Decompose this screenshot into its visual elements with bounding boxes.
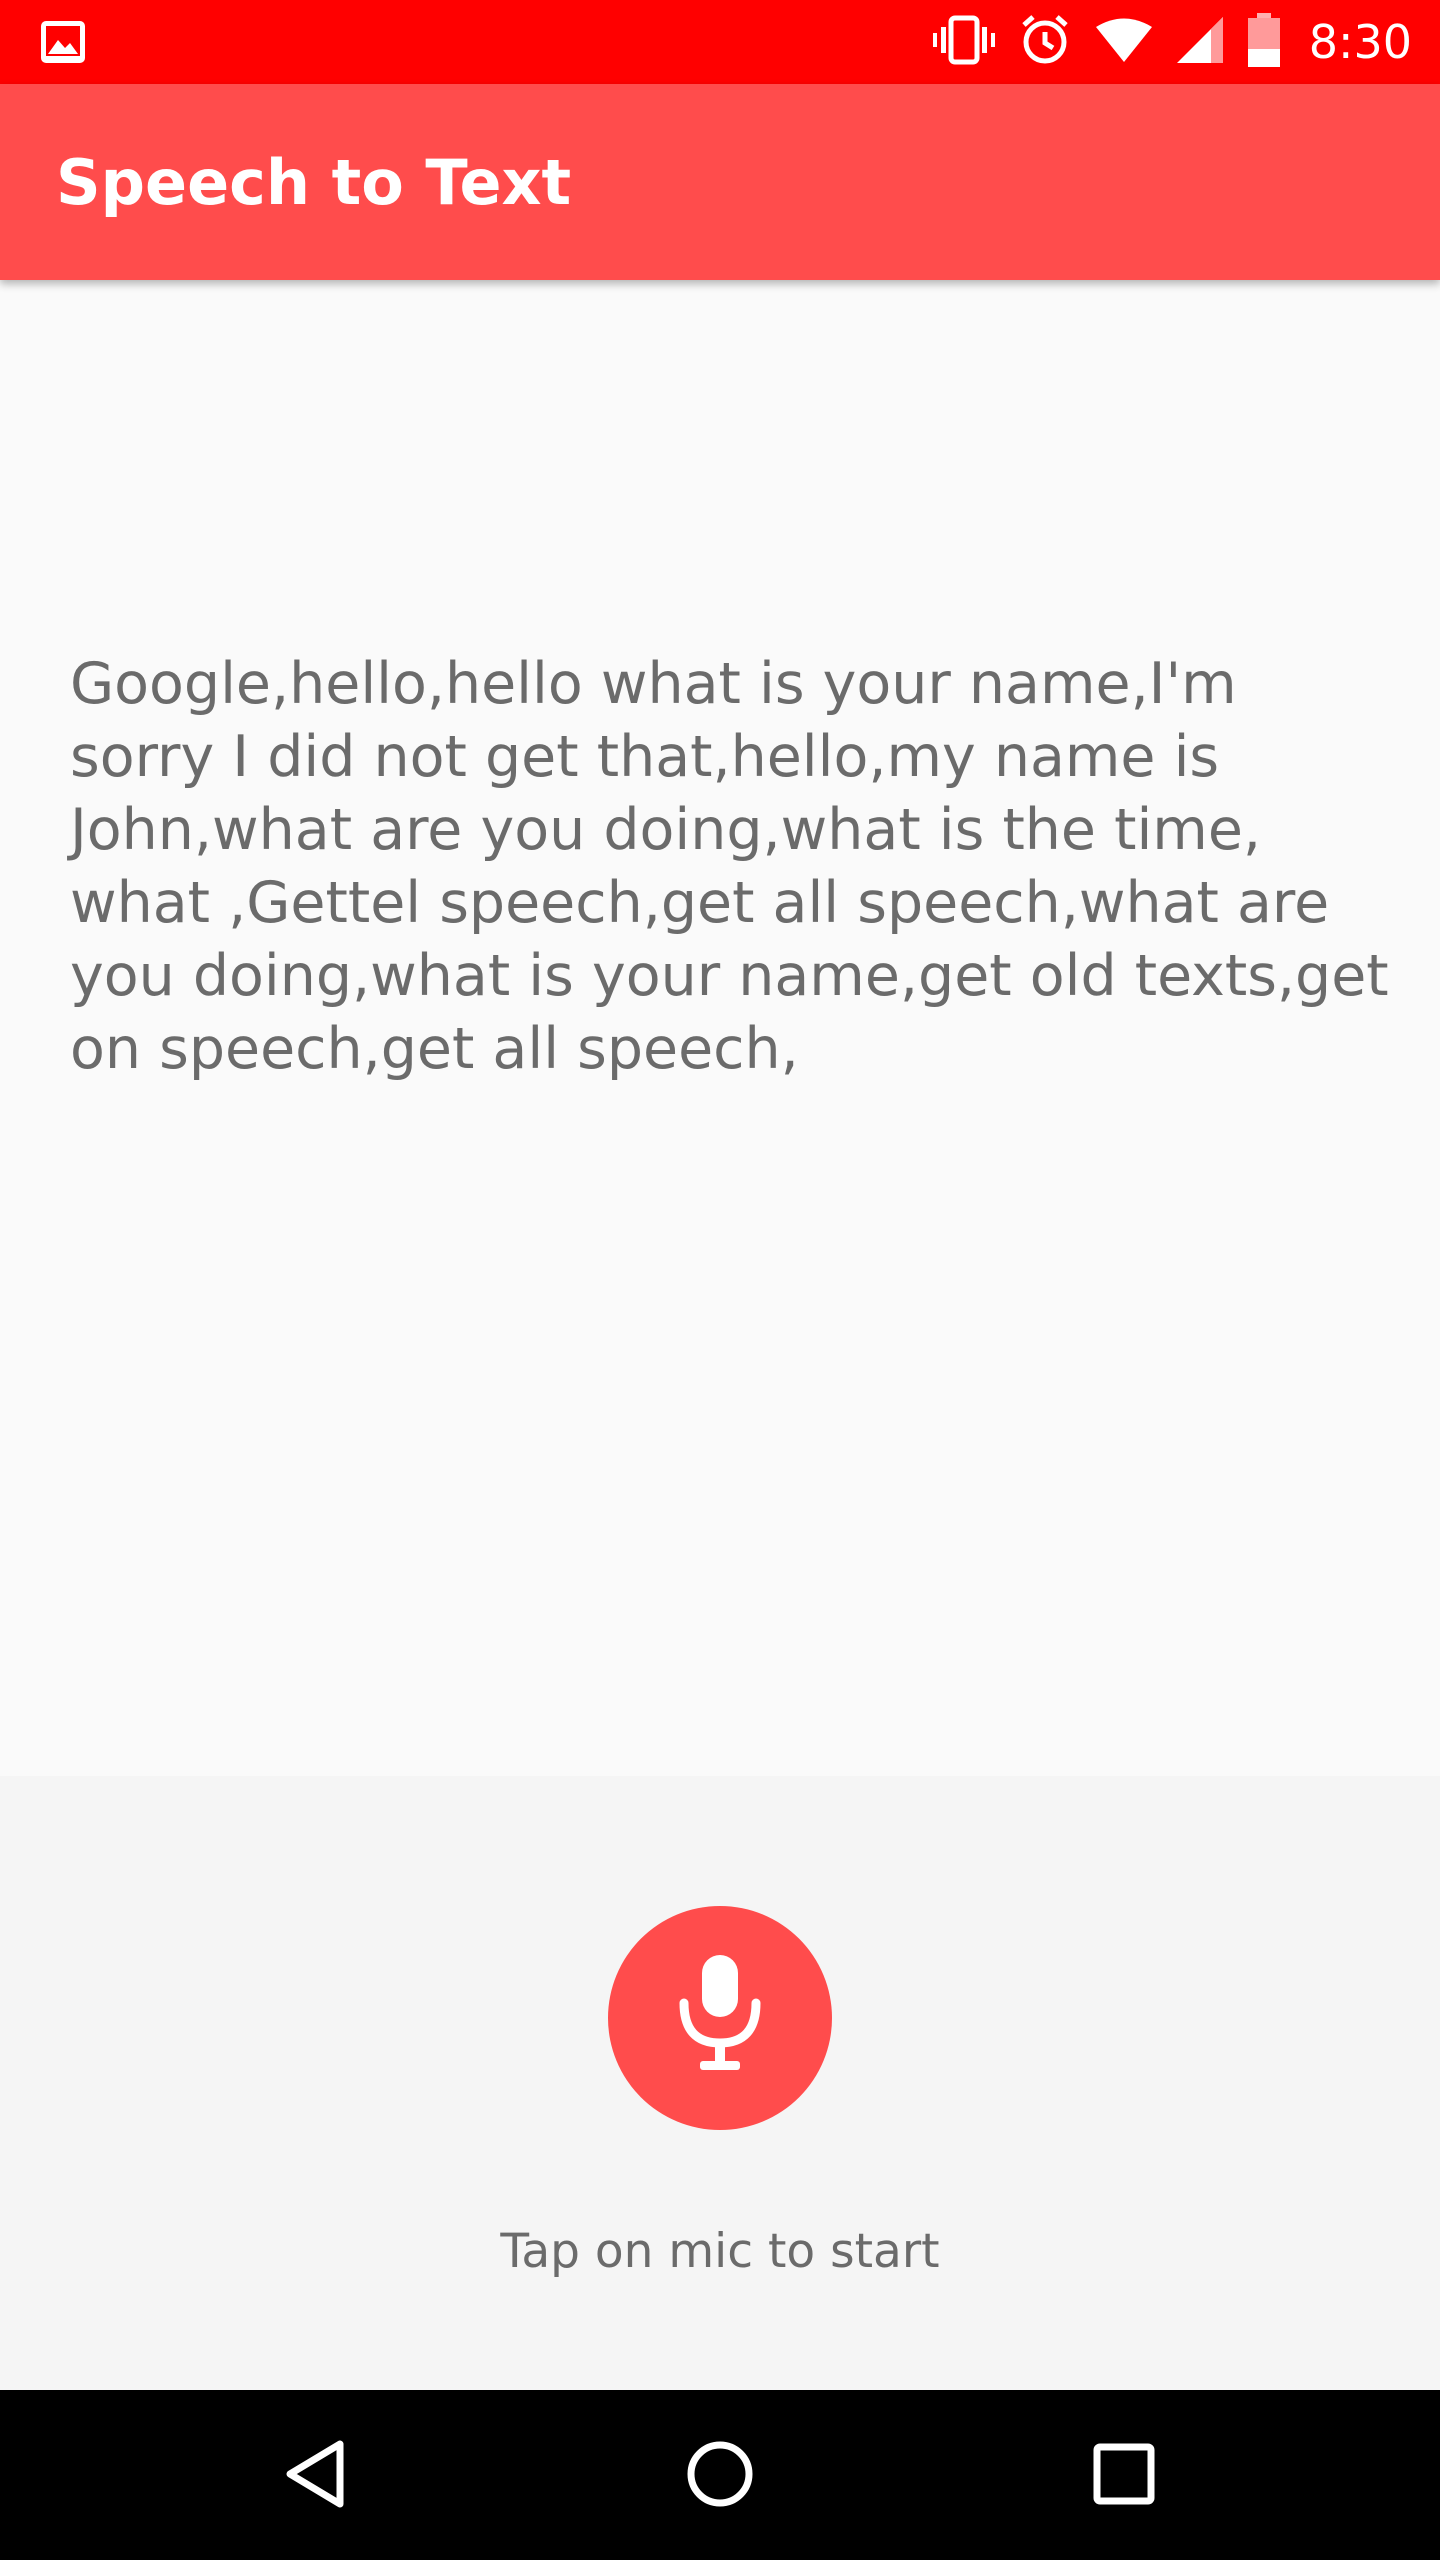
page-title: Speech to Text bbox=[56, 146, 572, 219]
gallery-icon bbox=[40, 20, 86, 64]
app-bar: Speech to Text bbox=[0, 84, 1440, 280]
signal-icon bbox=[1176, 17, 1223, 67]
mic-button[interactable] bbox=[608, 1906, 832, 2130]
wifi-icon bbox=[1095, 18, 1153, 66]
recents-icon bbox=[1092, 2442, 1156, 2510]
home-button[interactable] bbox=[672, 2428, 768, 2524]
nav-bar bbox=[0, 2390, 1440, 2560]
alarm-icon bbox=[1019, 14, 1071, 70]
vibrate-icon bbox=[932, 15, 995, 69]
back-button[interactable] bbox=[266, 2428, 362, 2524]
mic-hint: Tap on mic to start bbox=[500, 2224, 940, 2279]
home-icon bbox=[684, 2438, 756, 2514]
status-icons: 8:30 bbox=[932, 0, 1412, 84]
battery-icon bbox=[1247, 13, 1281, 71]
recents-button[interactable] bbox=[1076, 2428, 1172, 2524]
mic-icon bbox=[670, 1951, 770, 2085]
status-bar: 8:30 bbox=[0, 0, 1440, 84]
transcript-text: Google,hello,hello what is your name,I'm… bbox=[70, 651, 1389, 1082]
status-time: 8:30 bbox=[1308, 15, 1412, 69]
back-icon bbox=[282, 2438, 346, 2514]
